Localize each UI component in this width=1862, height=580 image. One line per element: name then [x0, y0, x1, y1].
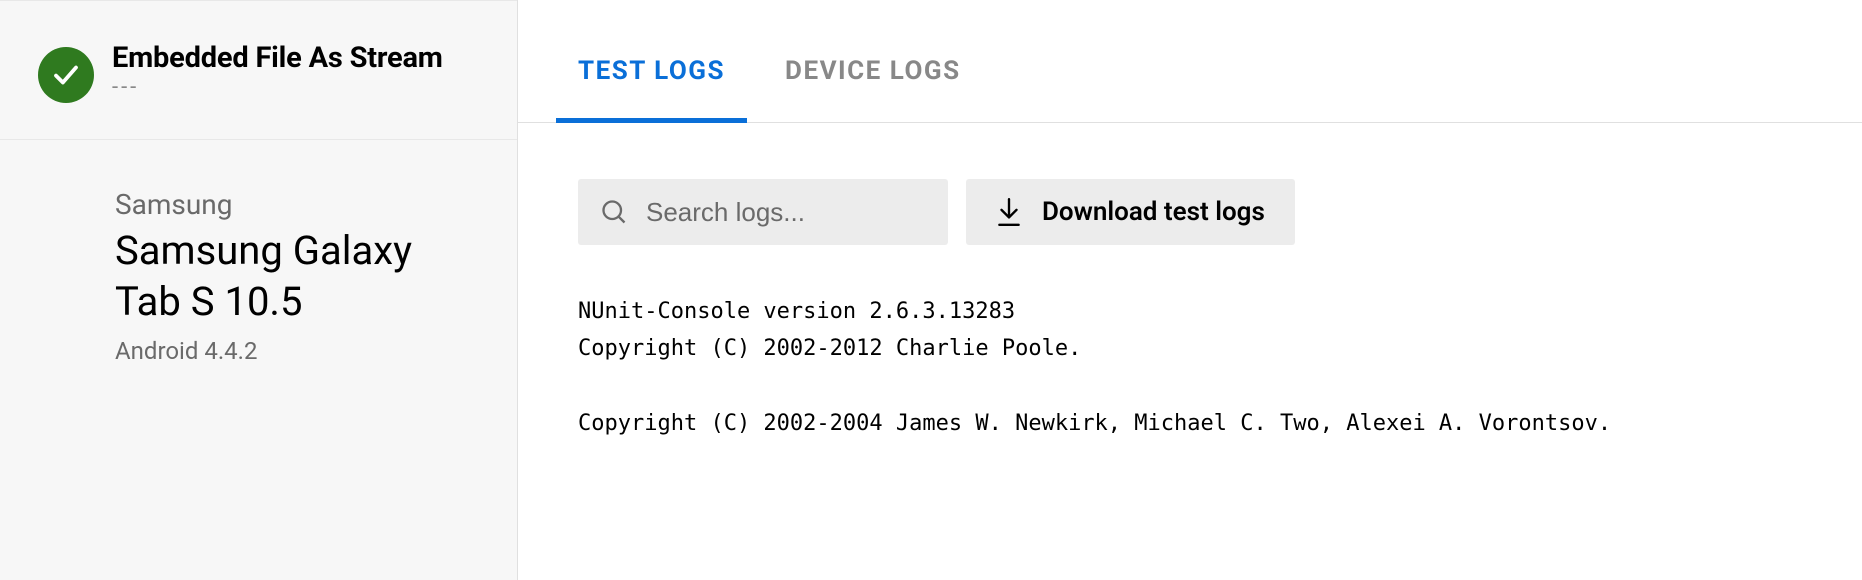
log-output: NUnit-Console version 2.6.3.13283 Copyri… [518, 245, 1862, 443]
tab-device-logs[interactable]: DEVICE LOGS [785, 56, 961, 122]
download-icon [996, 197, 1022, 227]
search-input[interactable] [646, 197, 926, 228]
tab-test-logs[interactable]: TEST LOGS [578, 56, 725, 122]
download-button[interactable]: Download test logs [966, 179, 1295, 245]
search-box[interactable] [578, 179, 948, 245]
sidebar: Embedded File As Stream --- Samsung Sams… [0, 0, 518, 580]
download-button-label: Download test logs [1042, 197, 1265, 227]
test-title-block: Embedded File As Stream --- [112, 41, 443, 100]
device-name: Samsung Galaxy Tab S 10.5 [115, 225, 479, 327]
device-brand: Samsung [115, 188, 479, 221]
tabs: TEST LOGS DEVICE LOGS [518, 0, 1862, 123]
device-info: Samsung Samsung Galaxy Tab S 10.5 Androi… [0, 140, 517, 365]
device-os: Android 4.4.2 [115, 337, 479, 365]
search-icon [600, 198, 628, 226]
test-subtitle: --- [112, 75, 443, 100]
main-panel: TEST LOGS DEVICE LOGS Download test logs… [518, 0, 1862, 580]
controls-row: Download test logs [518, 123, 1862, 245]
test-header: Embedded File As Stream --- [0, 0, 517, 140]
status-success-icon [38, 47, 94, 103]
test-title: Embedded File As Stream [112, 41, 443, 75]
